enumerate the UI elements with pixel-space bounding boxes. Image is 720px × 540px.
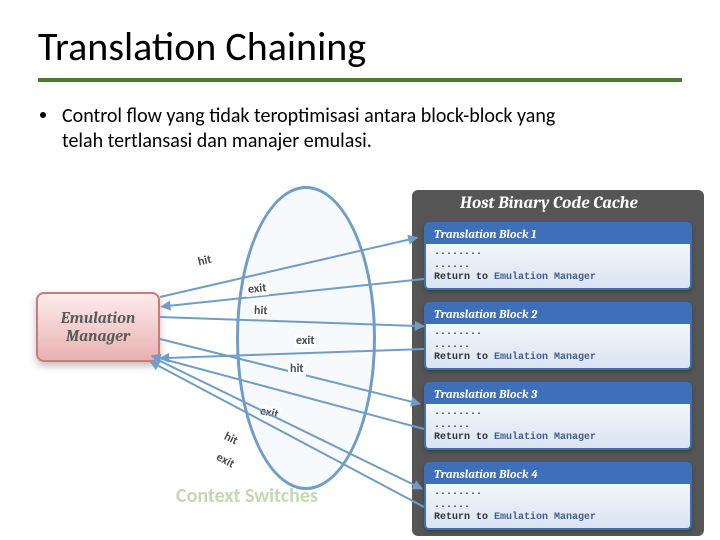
tblock-header: Translation Block 1: [426, 224, 690, 244]
em-box-line1: Emulation: [61, 309, 136, 327]
bullet-dot-icon: [40, 112, 46, 118]
tblock-header: Translation Block 2: [426, 304, 690, 324]
cache-title: Host Binary Code Cache: [460, 194, 638, 213]
label-exit: exit: [212, 450, 238, 473]
translation-block-3: Translation Block 3 ........ ...... Retu…: [424, 382, 692, 450]
emulation-manager-box: Emulation Manager: [36, 292, 160, 362]
label-hit: hit: [288, 362, 306, 376]
label-hit: hit: [220, 429, 242, 449]
page-title: Translation Chaining: [38, 22, 366, 71]
context-switches-label: Context Switches: [176, 484, 318, 508]
label-exit: exit: [245, 281, 269, 297]
translation-block-1: Translation Block 1 ........ ...... Retu…: [424, 222, 692, 290]
label-hit: hit: [195, 252, 215, 270]
bullet-text: Control flow yang tidak teroptimisasi an…: [62, 104, 582, 154]
tblock-body: ........ ...... Return to Emulation Mana…: [426, 404, 690, 448]
tblock-header: Translation Block 4: [426, 464, 690, 484]
bullet-item: Control flow yang tidak teroptimisasi an…: [62, 104, 582, 154]
title-underline: [38, 78, 682, 82]
em-box-line2: Manager: [66, 327, 130, 345]
translation-block-2: Translation Block 2 ........ ...... Retu…: [424, 302, 692, 370]
label-exit: exit: [294, 334, 316, 348]
tblock-body: ........ ...... Return to Emulation Mana…: [426, 484, 690, 528]
tblock-body: ........ ...... Return to Emulation Mana…: [426, 244, 690, 288]
label-hit: hit: [252, 304, 270, 319]
translation-block-4: Translation Block 4 ........ ...... Retu…: [424, 462, 692, 530]
tblock-header: Translation Block 3: [426, 384, 690, 404]
tblock-body: ........ ...... Return to Emulation Mana…: [426, 324, 690, 368]
